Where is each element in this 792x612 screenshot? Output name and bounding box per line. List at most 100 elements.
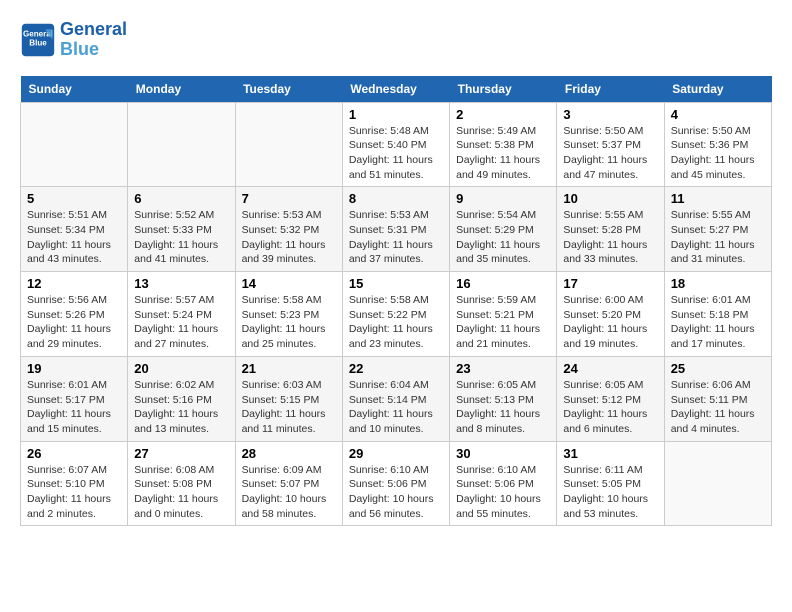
day-number: 28 <box>242 446 336 461</box>
day-info: Sunrise: 6:00 AM Sunset: 5:20 PM Dayligh… <box>563 293 657 352</box>
day-number: 12 <box>27 276 121 291</box>
day-number: 17 <box>563 276 657 291</box>
day-number: 3 <box>563 107 657 122</box>
day-number: 2 <box>456 107 550 122</box>
day-number: 21 <box>242 361 336 376</box>
calendar-cell: 15 Sunrise: 5:58 AM Sunset: 5:22 PM Dayli… <box>342 272 449 357</box>
calendar-cell: 4 Sunrise: 5:50 AM Sunset: 5:36 PM Daylig… <box>664 102 771 187</box>
day-number: 6 <box>134 191 228 206</box>
calendar-cell: 3Sunrise: 5:50 AM Sunset: 5:37 PM Daylig… <box>557 102 664 187</box>
day-info: Sunrise: 6:03 AM Sunset: 5:15 PM Dayligh… <box>242 378 336 437</box>
day-info: Sunrise: 5:55 AM Sunset: 5:28 PM Dayligh… <box>563 208 657 267</box>
day-info: Sunrise: 6:09 AM Sunset: 5:07 PM Dayligh… <box>242 463 336 522</box>
calendar-cell: 25 Sunrise: 6:06 AM Sunset: 5:11 PM Dayli… <box>664 356 771 441</box>
calendar-week-row: 1Sunrise: 5:48 AM Sunset: 5:40 PM Daylig… <box>21 102 772 187</box>
day-number: 29 <box>349 446 443 461</box>
day-info: Sunrise: 6:08 AM Sunset: 5:08 PM Dayligh… <box>134 463 228 522</box>
day-number: 5 <box>27 191 121 206</box>
day-number: 27 <box>134 446 228 461</box>
day-info: Sunrise: 5:51 AM Sunset: 5:34 PM Dayligh… <box>27 208 121 267</box>
calendar-header-row: SundayMondayTuesdayWednesdayThursdayFrid… <box>21 76 772 103</box>
day-number: 11 <box>671 191 765 206</box>
day-info: Sunrise: 6:05 AM Sunset: 5:12 PM Dayligh… <box>563 378 657 437</box>
calendar-cell <box>664 441 771 526</box>
calendar-cell: 5 Sunrise: 5:51 AM Sunset: 5:34 PM Daylig… <box>21 187 128 272</box>
day-info: Sunrise: 5:55 AM Sunset: 5:27 PM Dayligh… <box>671 208 765 267</box>
calendar-cell: 21 Sunrise: 6:03 AM Sunset: 5:15 PM Dayli… <box>235 356 342 441</box>
calendar-cell: 18 Sunrise: 6:01 AM Sunset: 5:18 PM Dayli… <box>664 272 771 357</box>
day-info: Sunrise: 6:07 AM Sunset: 5:10 PM Dayligh… <box>27 463 121 522</box>
calendar-week-row: 26Sunrise: 6:07 AM Sunset: 5:10 PM Dayli… <box>21 441 772 526</box>
day-info: Sunrise: 6:01 AM Sunset: 5:17 PM Dayligh… <box>27 378 121 437</box>
calendar-cell: 9 Sunrise: 5:54 AM Sunset: 5:29 PM Daylig… <box>450 187 557 272</box>
calendar-week-row: 19 Sunrise: 6:01 AM Sunset: 5:17 PM Dayli… <box>21 356 772 441</box>
day-info: Sunrise: 5:57 AM Sunset: 5:24 PM Dayligh… <box>134 293 228 352</box>
calendar-cell: 19 Sunrise: 6:01 AM Sunset: 5:17 PM Dayli… <box>21 356 128 441</box>
calendar-cell: 28 Sunrise: 6:09 AM Sunset: 5:07 PM Dayli… <box>235 441 342 526</box>
day-number: 10 <box>563 191 657 206</box>
day-info: Sunrise: 5:58 AM Sunset: 5:22 PM Dayligh… <box>349 293 443 352</box>
calendar-cell: 29 Sunrise: 6:10 AM Sunset: 5:06 PM Dayli… <box>342 441 449 526</box>
calendar-cell <box>21 102 128 187</box>
day-info: Sunrise: 6:11 AM Sunset: 5:05 PM Dayligh… <box>563 463 657 522</box>
day-info: Sunrise: 5:54 AM Sunset: 5:29 PM Dayligh… <box>456 208 550 267</box>
calendar-week-row: 5 Sunrise: 5:51 AM Sunset: 5:34 PM Daylig… <box>21 187 772 272</box>
calendar-cell: 24 Sunrise: 6:05 AM Sunset: 5:12 PM Dayli… <box>557 356 664 441</box>
column-header-wednesday: Wednesday <box>342 76 449 103</box>
calendar-cell: 16 Sunrise: 5:59 AM Sunset: 5:21 PM Dayli… <box>450 272 557 357</box>
calendar-cell: 10 Sunrise: 5:55 AM Sunset: 5:28 PM Dayli… <box>557 187 664 272</box>
calendar-cell <box>128 102 235 187</box>
logo-text: GeneralBlue <box>60 20 127 60</box>
day-info: Sunrise: 5:52 AM Sunset: 5:33 PM Dayligh… <box>134 208 228 267</box>
day-info: Sunrise: 6:01 AM Sunset: 5:18 PM Dayligh… <box>671 293 765 352</box>
calendar-cell: 2Sunrise: 5:49 AM Sunset: 5:38 PM Daylig… <box>450 102 557 187</box>
day-info: Sunrise: 6:10 AM Sunset: 5:06 PM Dayligh… <box>456 463 550 522</box>
calendar-cell: 30 Sunrise: 6:10 AM Sunset: 5:06 PM Dayli… <box>450 441 557 526</box>
column-header-monday: Monday <box>128 76 235 103</box>
calendar-cell: 20Sunrise: 6:02 AM Sunset: 5:16 PM Dayli… <box>128 356 235 441</box>
day-info: Sunrise: 6:05 AM Sunset: 5:13 PM Dayligh… <box>456 378 550 437</box>
calendar-table: SundayMondayTuesdayWednesdayThursdayFrid… <box>20 76 772 527</box>
day-info: Sunrise: 6:06 AM Sunset: 5:11 PM Dayligh… <box>671 378 765 437</box>
day-info: Sunrise: 6:10 AM Sunset: 5:06 PM Dayligh… <box>349 463 443 522</box>
day-number: 14 <box>242 276 336 291</box>
day-info: Sunrise: 5:48 AM Sunset: 5:40 PM Dayligh… <box>349 124 443 183</box>
calendar-cell: 31 Sunrise: 6:11 AM Sunset: 5:05 PM Dayli… <box>557 441 664 526</box>
day-number: 25 <box>671 361 765 376</box>
calendar-cell: 22Sunrise: 6:04 AM Sunset: 5:14 PM Dayli… <box>342 356 449 441</box>
logo-icon: General Blue <box>20 22 56 58</box>
day-number: 30 <box>456 446 550 461</box>
calendar-cell: 8Sunrise: 5:53 AM Sunset: 5:31 PM Daylig… <box>342 187 449 272</box>
day-info: Sunrise: 5:53 AM Sunset: 5:32 PM Dayligh… <box>242 208 336 267</box>
day-number: 13 <box>134 276 228 291</box>
day-number: 20 <box>134 361 228 376</box>
svg-text:Blue: Blue <box>29 38 47 47</box>
day-number: 15 <box>349 276 443 291</box>
day-number: 16 <box>456 276 550 291</box>
day-number: 19 <box>27 361 121 376</box>
calendar-cell: 27 Sunrise: 6:08 AM Sunset: 5:08 PM Dayli… <box>128 441 235 526</box>
calendar-cell: 14 Sunrise: 5:58 AM Sunset: 5:23 PM Dayli… <box>235 272 342 357</box>
day-number: 18 <box>671 276 765 291</box>
day-number: 4 <box>671 107 765 122</box>
day-number: 7 <box>242 191 336 206</box>
day-number: 24 <box>563 361 657 376</box>
day-number: 9 <box>456 191 550 206</box>
day-number: 22 <box>349 361 443 376</box>
column-header-thursday: Thursday <box>450 76 557 103</box>
calendar-cell: 7 Sunrise: 5:53 AM Sunset: 5:32 PM Daylig… <box>235 187 342 272</box>
day-info: Sunrise: 5:58 AM Sunset: 5:23 PM Dayligh… <box>242 293 336 352</box>
column-header-tuesday: Tuesday <box>235 76 342 103</box>
day-info: Sunrise: 5:59 AM Sunset: 5:21 PM Dayligh… <box>456 293 550 352</box>
calendar-cell: 26Sunrise: 6:07 AM Sunset: 5:10 PM Dayli… <box>21 441 128 526</box>
day-number: 8 <box>349 191 443 206</box>
calendar-cell: 17 Sunrise: 6:00 AM Sunset: 5:20 PM Dayli… <box>557 272 664 357</box>
day-number: 31 <box>563 446 657 461</box>
calendar-cell: 6 Sunrise: 5:52 AM Sunset: 5:33 PM Daylig… <box>128 187 235 272</box>
day-info: Sunrise: 5:50 AM Sunset: 5:36 PM Dayligh… <box>671 124 765 183</box>
day-number: 23 <box>456 361 550 376</box>
column-header-saturday: Saturday <box>664 76 771 103</box>
column-header-friday: Friday <box>557 76 664 103</box>
calendar-cell: 1Sunrise: 5:48 AM Sunset: 5:40 PM Daylig… <box>342 102 449 187</box>
calendar-week-row: 12Sunrise: 5:56 AM Sunset: 5:26 PM Dayli… <box>21 272 772 357</box>
